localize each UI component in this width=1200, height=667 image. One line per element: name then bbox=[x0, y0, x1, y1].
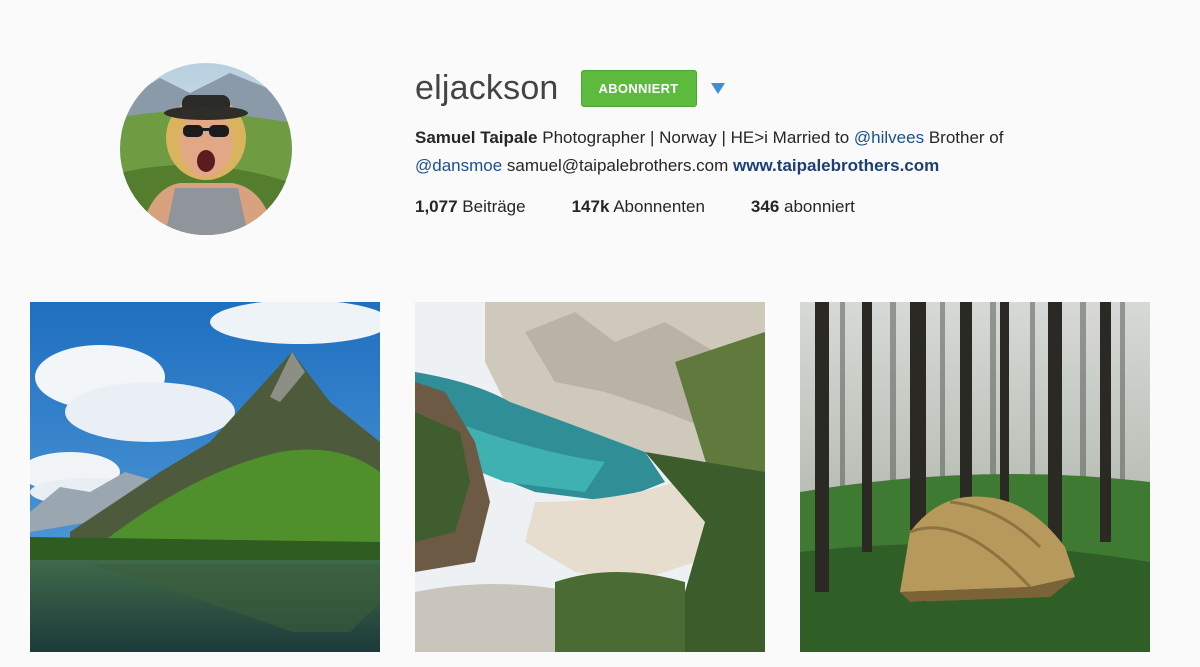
posts-count-label: Beiträge bbox=[457, 197, 526, 216]
profile-username: eljackson bbox=[415, 68, 559, 107]
post-thumbnail-forest-tent[interactable] bbox=[800, 302, 1150, 652]
profile-avatar[interactable] bbox=[120, 63, 292, 235]
mention-link-dansmoe[interactable]: @dansmoe bbox=[415, 156, 502, 175]
followers-count-value: 147k bbox=[571, 197, 610, 216]
follow-button[interactable]: ABONNIERT bbox=[580, 69, 697, 107]
post-image-mountain bbox=[30, 302, 380, 652]
following-count-value: 346 bbox=[750, 197, 780, 216]
bio-text: Photographer | Norway | HE>i Married to bbox=[537, 128, 854, 147]
bio-text-brother: Brother of bbox=[924, 128, 1004, 147]
post-thumbnail-cove[interactable] bbox=[415, 302, 765, 652]
following-label: abonniert bbox=[779, 197, 855, 216]
website-link[interactable]: www.taipalebrothers.com bbox=[733, 156, 939, 175]
post-image-cove bbox=[415, 302, 765, 652]
post-thumbnail-mountain[interactable] bbox=[30, 302, 380, 652]
mention-link-hilvees[interactable]: @hilvees bbox=[854, 128, 924, 147]
posts-count: 1,077 Beiträge bbox=[415, 197, 526, 217]
followers-label: Abonnenten bbox=[609, 197, 705, 216]
post-image-forest-tent bbox=[800, 302, 1150, 652]
profile-bio: Samuel Taipale Photographer | Norway | H… bbox=[415, 124, 1135, 180]
profile-name-row: eljackson ABONNIERT bbox=[415, 68, 725, 108]
profile-full-name: Samuel Taipale bbox=[415, 128, 538, 147]
following-link[interactable]: 346 abonniert bbox=[751, 197, 855, 217]
profile-stats: 1,077 Beiträge 147k Abonnenten 346 abonn… bbox=[415, 197, 901, 217]
bio-email: samuel@taipalebrothers.com bbox=[502, 156, 734, 175]
posts-count-value: 1,077 bbox=[415, 197, 458, 216]
avatar-image bbox=[120, 63, 292, 235]
followers-link[interactable]: 147k Abonnenten bbox=[572, 197, 705, 217]
caret-down-icon[interactable] bbox=[710, 82, 725, 94]
